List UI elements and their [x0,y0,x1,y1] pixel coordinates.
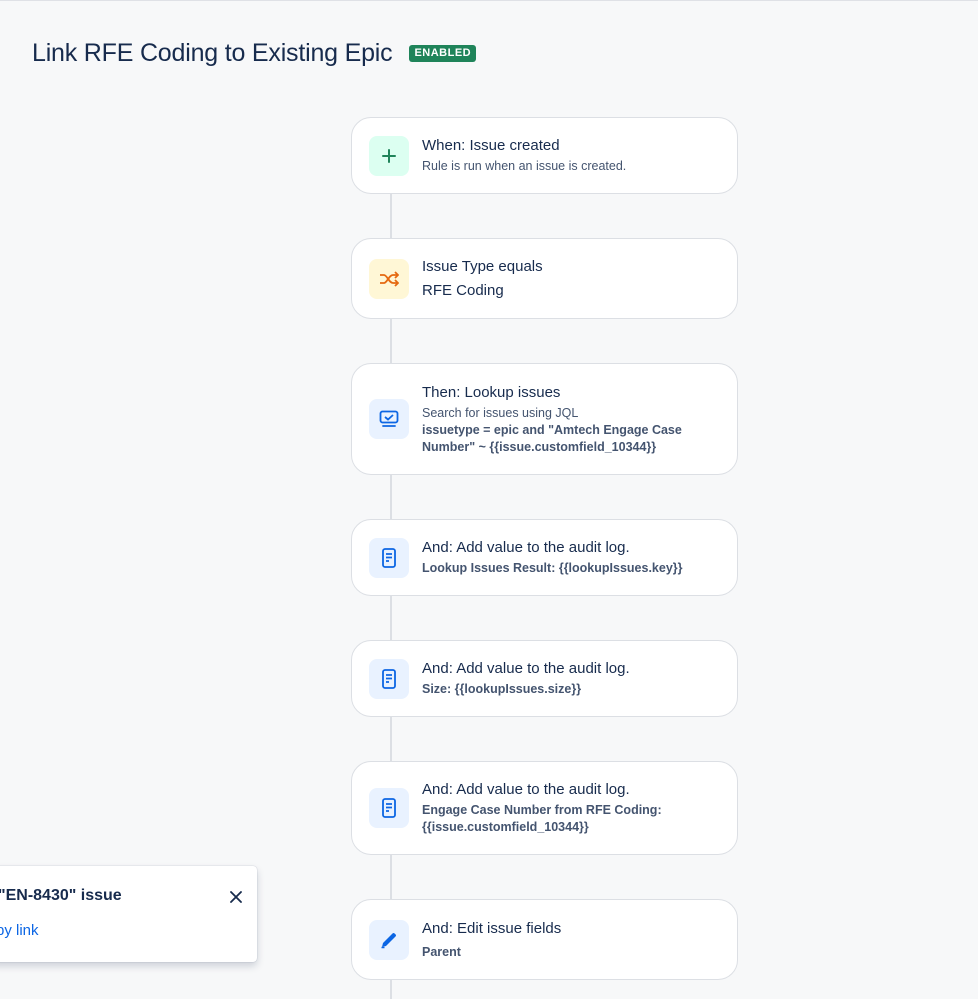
audit-log-icon [369,658,409,699]
rule-step-condition[interactable]: Issue Type equals RFE Coding [351,238,738,319]
step-description: Search for issues using JQL [422,405,579,420]
rule-step-trigger[interactable]: When: Issue created Rule is run when an … [351,117,738,194]
rule-step-audit-log-1[interactable]: And: Add value to the audit log. Lookup … [351,519,738,596]
step-title: And: Edit issue fields [422,919,562,937]
audit-log-icon [369,537,409,578]
step-detail-line-1: Engage Case Number from RFE Coding: [422,803,662,817]
step-description: Rule is run when an issue is created. [422,159,627,173]
audit-log-icon [369,788,409,828]
rule-step-lookup[interactable]: Then: Lookup issues Search for issues us… [351,363,738,475]
rule-step-edit-fields[interactable]: And: Edit issue fields Parent [351,899,738,980]
step-title: And: Add value to the audit log. [422,539,630,556]
status-badge: ENABLED [409,45,477,62]
copy-link[interactable]: py link [0,922,39,939]
rule-step-audit-log-2[interactable]: And: Add value to the audit log. Size: {… [351,640,738,717]
step-detail-line-2: {{issue.customfield_10344}} [422,820,589,834]
close-icon[interactable] [226,887,246,907]
page-title: Link RFE Coding to Existing Epic [32,39,393,67]
rule-header: Link RFE Coding to Existing Epic ENABLED [32,39,477,68]
step-detail: Size: {{lookupIssues.size}} [422,682,582,696]
plus-icon [369,135,409,176]
lookup-icon [369,399,409,439]
rule-editor-page: Link RFE Coding to Existing Epic ENABLED… [0,0,978,999]
step-title: And: Add value to the audit log. [422,781,630,798]
flag-title: "EN-8430" issue [0,887,122,904]
issue-created-flag: "EN-8430" issue py link [0,866,257,962]
shuffle-icon [369,258,409,299]
step-jql-line-2: Number" ~ {{issue.customfield_10344}} [422,439,657,454]
step-value: RFE Coding [422,282,504,299]
step-title: Issue Type equals [422,258,543,275]
pencil-icon [369,919,409,960]
rule-step-audit-log-3[interactable]: And: Add value to the audit log. Engage … [351,761,738,855]
step-title: And: Add value to the audit log. [422,660,630,677]
step-jql-line-1: issuetype = epic and "Amtech Engage Case [422,422,682,437]
step-title: Then: Lookup issues [422,383,561,401]
step-title: When: Issue created [422,137,560,154]
step-detail: Parent [422,944,461,959]
step-detail: Lookup Issues Result: {{lookupIssues.key… [422,561,683,575]
